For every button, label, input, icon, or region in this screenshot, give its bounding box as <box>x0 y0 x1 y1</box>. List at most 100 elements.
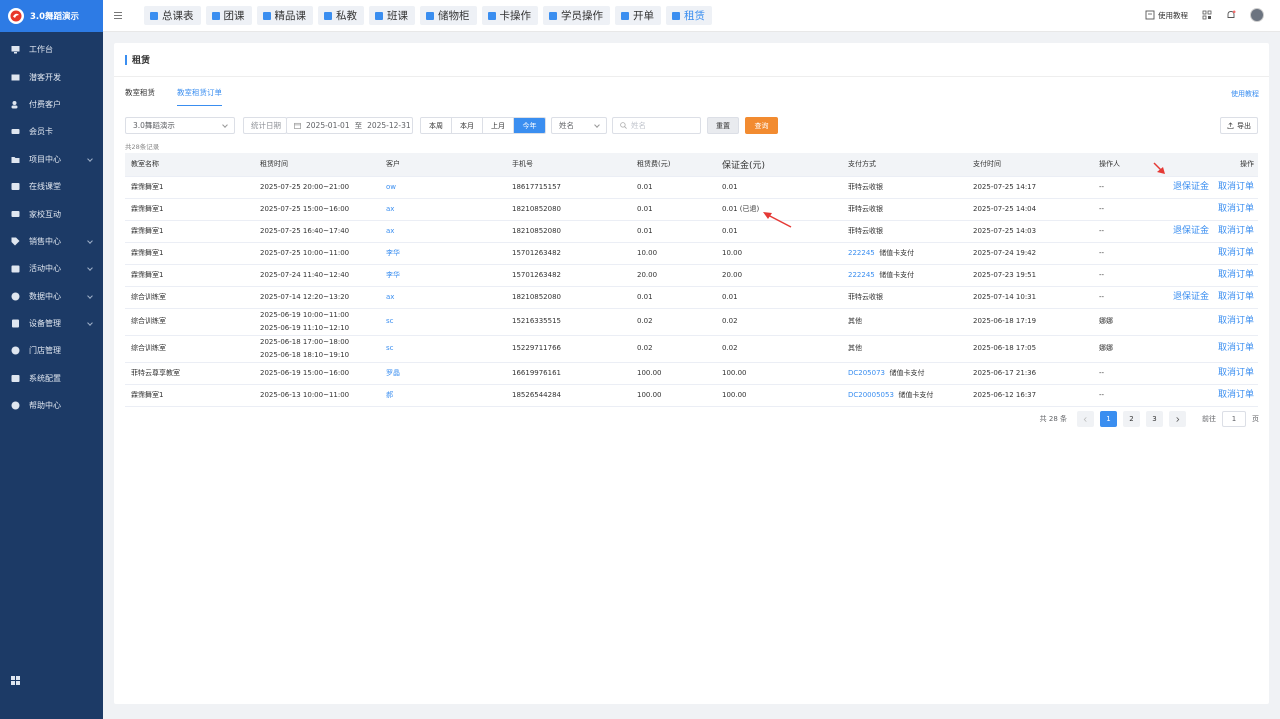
reset-button[interactable]: 重置 <box>707 117 739 134</box>
qrcode-icon[interactable] <box>1202 10 1212 20</box>
sidebar-item-11[interactable]: 门店管理 <box>0 337 103 364</box>
period-option-0[interactable]: 本周 <box>421 118 452 133</box>
phone: 18210852080 <box>506 198 631 221</box>
quick-tab-2[interactable]: 精品课 <box>256 6 313 25</box>
payment-method: DC20005053 储值卡支付 <box>842 384 967 407</box>
quick-tab-9[interactable]: 租赁 <box>666 6 712 25</box>
customer-link[interactable]: 李华 <box>386 271 400 279</box>
payment-method: 222245 储值卡支付 <box>842 242 967 265</box>
sidebar-item-3[interactable]: 会员卡 <box>0 118 103 145</box>
sidebar-item-7[interactable]: 销售中心 <box>0 228 103 255</box>
refund-deposit-button[interactable]: 退保证金 <box>1173 182 1209 192</box>
period-selector: 本周 本月 上月 今年 <box>420 117 546 134</box>
user-avatar[interactable] <box>1250 8 1264 22</box>
cancel-order-button[interactable]: 取消订单 <box>1218 316 1254 326</box>
quick-tab-0[interactable]: 总课表 <box>144 6 201 25</box>
sidebar-nav: 工作台 潜客开发付费客户会员卡 项目中心 在线课堂 家校互动 销售中心 活动中心 数据中心 设备… <box>0 32 103 419</box>
customer-link[interactable]: 罗晶 <box>386 369 400 377</box>
rental-fee: 0.01 <box>631 198 716 221</box>
quick-tab-7[interactable]: 学员操作 <box>543 6 610 25</box>
period-option-2[interactable]: 上月 <box>483 118 514 133</box>
query-button[interactable]: 查询 <box>745 117 778 134</box>
sidebar-item-5[interactable]: 在线课堂 <box>0 173 103 200</box>
sidebar-item-1[interactable]: 潜客开发 <box>0 63 103 90</box>
quick-tab-8[interactable]: 开单 <box>615 6 661 25</box>
cancel-order-button[interactable]: 取消订单 <box>1218 204 1254 214</box>
rental-time: 2025-07-25 20:00~21:00 <box>260 182 350 191</box>
payment-method: 其他 <box>842 335 967 363</box>
goto-page-input[interactable]: 1 <box>1222 411 1246 427</box>
book-icon <box>1145 10 1155 20</box>
refund-deposit-button[interactable]: 退保证金 <box>1173 226 1209 236</box>
quick-tab-label: 总课表 <box>162 10 194 22</box>
rental-time: 2025-06-19 10:00~11:00 <box>260 310 350 319</box>
page-button-3[interactable]: 3 <box>1146 411 1163 427</box>
menu-toggle-icon[interactable] <box>114 12 122 19</box>
customer-link[interactable]: ax <box>386 227 394 235</box>
rental-times: 2025-06-19 10:00~11:00 2025-06-19 11:10~1… <box>254 308 380 336</box>
quick-tab-4[interactable]: 班课 <box>369 6 415 25</box>
sidebar-item-2[interactable]: 付费客户 <box>0 91 103 118</box>
sidebar-item-13[interactable]: 帮助中心 <box>0 392 103 419</box>
cancel-order-button[interactable]: 取消订单 <box>1218 182 1254 192</box>
cancel-order-button[interactable]: 取消订单 <box>1218 270 1254 280</box>
page-button-2[interactable]: 2 <box>1123 411 1140 427</box>
card-code-link[interactable]: 222245 <box>848 271 875 279</box>
brand[interactable]: 3.0舞蹈演示 <box>0 0 103 32</box>
page-tab-1[interactable]: 教室租赁订单 <box>177 87 222 106</box>
customer-link[interactable]: 郝 <box>386 391 393 399</box>
payment-time: 2025-06-12 16:37 <box>967 384 1093 407</box>
customer-link[interactable]: sc <box>386 317 394 325</box>
customer-link[interactable]: ax <box>386 293 394 301</box>
deposit: 10.00 <box>716 242 842 265</box>
cancel-order-button[interactable]: 取消订单 <box>1218 368 1254 378</box>
card-code-link[interactable]: DC20005053 <box>848 391 894 399</box>
deposit: 100.00 <box>716 384 842 407</box>
help-link[interactable]: 使用教程 <box>1145 10 1188 21</box>
sidebar-item-6[interactable]: 家校互动 <box>0 200 103 227</box>
page-tab-0[interactable]: 教室租赁 <box>125 87 155 106</box>
refund-deposit-button[interactable]: 退保证金 <box>1173 292 1209 302</box>
cancel-order-button[interactable]: 取消订单 <box>1218 390 1254 400</box>
page-help-link[interactable]: 使用教程 <box>1231 89 1259 99</box>
sidebar-item-12[interactable]: 系统配置 <box>0 365 103 392</box>
rental-fee: 0.01 <box>631 220 716 243</box>
store-select[interactable]: 3.0舞蹈演示 <box>125 117 235 134</box>
cancel-order-button[interactable]: 取消订单 <box>1218 248 1254 258</box>
next-page-button[interactable] <box>1169 411 1186 427</box>
period-option-3[interactable]: 今年 <box>514 118 545 133</box>
sidebar-item-0[interactable]: 工作台 <box>0 36 103 63</box>
sidebar-item-label: 付费客户 <box>29 99 61 109</box>
sidebar-item-9[interactable]: 数据中心 <box>0 283 103 310</box>
customer-link[interactable]: ow <box>386 183 396 191</box>
customer-link[interactable]: ax <box>386 205 394 213</box>
search-input[interactable]: 姓名 <box>612 117 701 134</box>
sidebar-item-8[interactable]: 活动中心 <box>0 255 103 282</box>
page-button-1[interactable]: 1 <box>1100 411 1117 427</box>
sidebar-item-4[interactable]: 项目中心 <box>0 146 103 173</box>
card-code-link[interactable]: DC205073 <box>848 369 885 377</box>
export-button[interactable]: 导出 <box>1220 117 1258 134</box>
prev-page-button[interactable] <box>1077 411 1094 427</box>
date-end: 2025-12-31 <box>367 121 411 130</box>
payment-method-label: 储值卡支付 <box>879 248 915 257</box>
search-placeholder: 姓名 <box>631 121 646 130</box>
cancel-order-button[interactable]: 取消订单 <box>1218 226 1254 236</box>
payment-method: DC205073 储值卡支付 <box>842 362 967 385</box>
quick-tab-3[interactable]: 私教 <box>318 6 364 25</box>
date-range-picker[interactable]: 2025-01-01 至 2025-12-31 <box>286 117 413 134</box>
cancel-order-button[interactable]: 取消订单 <box>1218 292 1254 302</box>
quick-tab-5[interactable]: 储物柜 <box>420 6 477 25</box>
customer-link[interactable]: 李华 <box>386 249 400 257</box>
card-code-link[interactable]: 222245 <box>848 249 875 257</box>
bell-icon[interactable] <box>1226 10 1236 20</box>
sidebar-item-10[interactable]: 设备管理 <box>0 310 103 337</box>
cancel-order-button[interactable]: 取消订单 <box>1218 343 1254 353</box>
payment-method-label: 储值卡支付 <box>879 270 915 279</box>
customer-link[interactable]: sc <box>386 344 394 352</box>
field-select[interactable]: 姓名 <box>551 117 607 134</box>
period-option-1[interactable]: 本月 <box>452 118 483 133</box>
quick-tab-1[interactable]: 团课 <box>205 6 252 25</box>
grid-icon[interactable] <box>11 676 20 685</box>
quick-tab-6[interactable]: 卡操作 <box>481 6 538 25</box>
